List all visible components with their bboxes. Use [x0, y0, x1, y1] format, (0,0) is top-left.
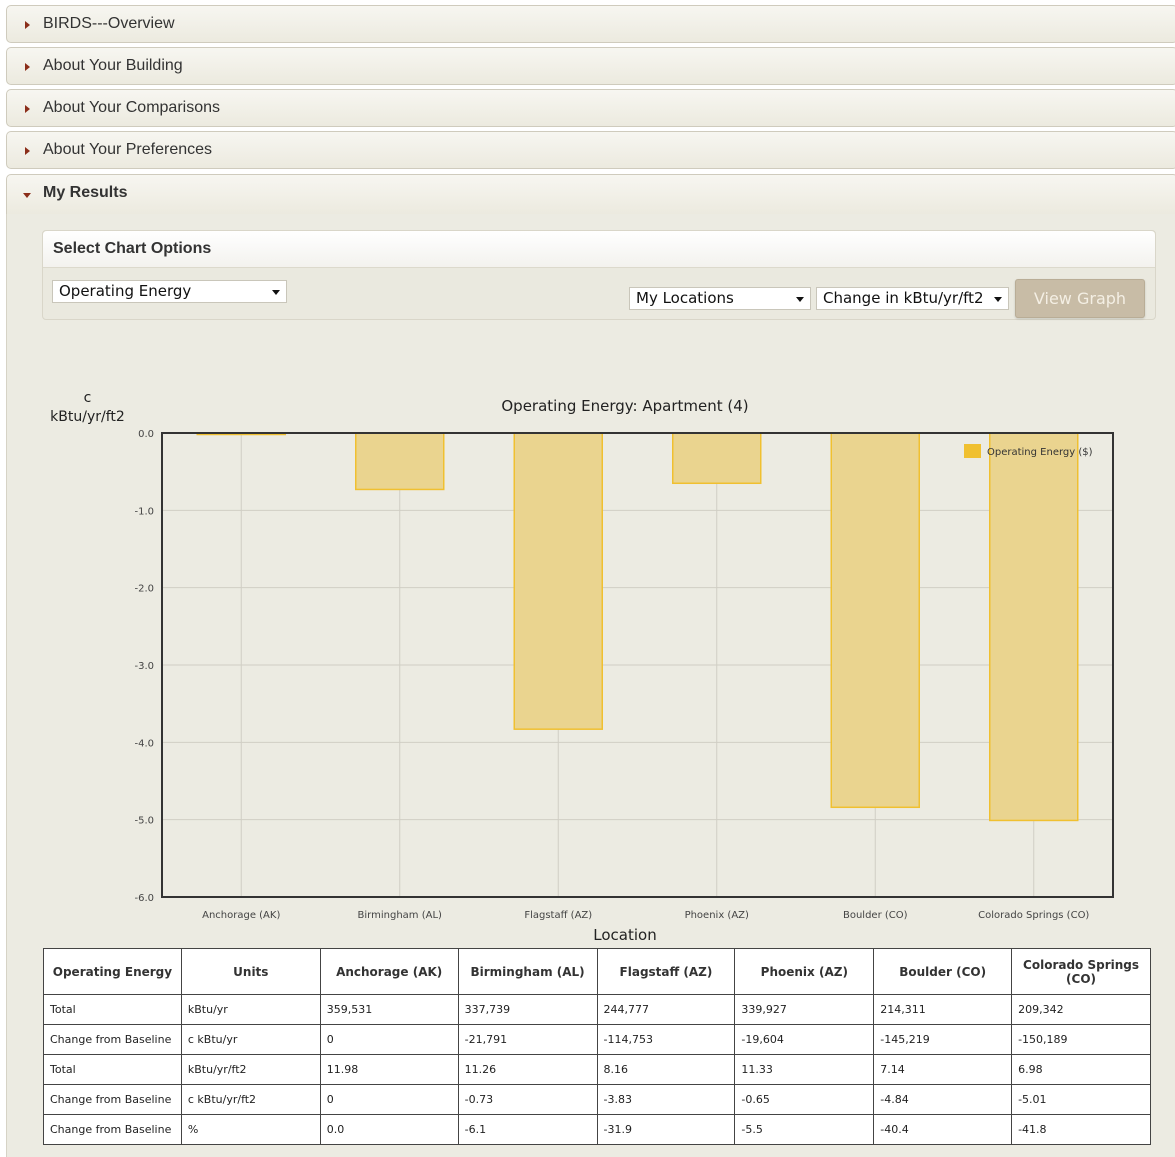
- table-cell: -0.65: [734, 1084, 875, 1115]
- table-cell: Total: [43, 994, 182, 1025]
- metric-select[interactable]: Operating Energy: [52, 280, 287, 303]
- table-row: Change from Baseline % 0.0 -6.1 -31.9 -5…: [43, 1114, 1151, 1145]
- table-cell: -5.01: [1011, 1084, 1151, 1115]
- table-cell: 214,311: [873, 994, 1013, 1025]
- collapsed-arrow-icon: [25, 21, 30, 29]
- locations-select[interactable]: My Locations: [629, 287, 811, 310]
- table-header-row: Operating Energy Units Anchorage (AK) Bi…: [43, 948, 1151, 995]
- expanded-arrow-icon: [23, 193, 31, 198]
- table-row: Total kBtu/yr 359,531 337,739 244,777 33…: [43, 994, 1151, 1025]
- y-axis-label-line2: kBtu/yr/ft2: [50, 409, 125, 425]
- collapsed-arrow-icon: [25, 63, 30, 71]
- table-cell: 11.33: [734, 1054, 875, 1085]
- table-cell: -6.1: [457, 1114, 598, 1145]
- table-header-cell: Birmingham (AL): [457, 948, 598, 995]
- accordion-label: About Your Comparisons: [43, 99, 220, 116]
- accordion-header-results[interactable]: My Results: [6, 174, 1175, 215]
- accordion-label: About Your Preferences: [43, 141, 213, 158]
- table-cell: Change from Baseline: [43, 1084, 182, 1115]
- table-row: Change from Baseline c kBtu/yr/ft2 0 -0.…: [43, 1084, 1151, 1115]
- table-header-cell: Units: [180, 948, 321, 995]
- table-cell: kBtu/yr/ft2: [180, 1054, 321, 1085]
- table-cell: c kBtu/yr: [180, 1024, 321, 1055]
- accordion-label: About Your Building: [43, 57, 183, 74]
- accordion-header-building[interactable]: About Your Building: [6, 47, 1175, 85]
- table-row: Change from Baseline c kBtu/yr 0 -21,791…: [43, 1024, 1151, 1055]
- table-cell: 11.98: [319, 1054, 459, 1085]
- collapsed-arrow-icon: [25, 147, 30, 155]
- accordion-header-overview[interactable]: BIRDS---Overview: [6, 5, 1175, 43]
- table-cell: 6.98: [1011, 1054, 1151, 1085]
- table-cell: -5.5: [734, 1114, 875, 1145]
- results-table: Operating Energy Units Anchorage (AK) Bi…: [43, 948, 1151, 1145]
- table-header-cell: Operating Energy: [43, 948, 182, 995]
- table-cell: -40.4: [873, 1114, 1013, 1145]
- table-row: Total kBtu/yr/ft2 11.98 11.26 8.16 11.33…: [43, 1054, 1151, 1085]
- table-cell: -41.8: [1011, 1114, 1151, 1145]
- table-cell: 7.14: [873, 1054, 1013, 1085]
- table-cell: 8.16: [596, 1054, 736, 1085]
- table-cell: 244,777: [596, 994, 736, 1025]
- table-cell: %: [180, 1114, 321, 1145]
- table-cell: 339,927: [734, 994, 875, 1025]
- table-header-cell: Phoenix (AZ): [734, 948, 875, 995]
- table-cell: -4.84: [873, 1084, 1013, 1115]
- table-cell: kBtu/yr: [180, 994, 321, 1025]
- locations-select-value: My Locations: [636, 289, 734, 307]
- metric-select-value: Operating Energy: [59, 282, 192, 300]
- chevron-down-icon: [796, 297, 804, 302]
- y-axis-label: c kBtu/yr/ft2: [40, 389, 135, 427]
- chevron-down-icon: [994, 297, 1002, 302]
- chart-options-header: Select Chart Options: [43, 231, 1155, 268]
- table-cell: -0.73: [457, 1084, 598, 1115]
- chevron-down-icon: [272, 290, 280, 295]
- table-cell: -19,604: [734, 1024, 875, 1055]
- table-cell: -114,753: [596, 1024, 736, 1055]
- table-cell: 0: [319, 1024, 459, 1055]
- table-cell: 0: [319, 1084, 459, 1115]
- table-cell: 359,531: [319, 994, 459, 1025]
- table-cell: 0.0: [319, 1114, 459, 1145]
- table-cell: c kBtu/yr/ft2: [180, 1084, 321, 1115]
- units-select[interactable]: Change in kBtu/yr/ft2: [816, 287, 1009, 310]
- table-header-cell: Boulder (CO): [873, 948, 1013, 995]
- table-cell: -150,189: [1011, 1024, 1151, 1055]
- accordion-label: BIRDS---Overview: [43, 15, 175, 32]
- table-cell: Total: [43, 1054, 182, 1085]
- chart-title: Operating Energy: Apartment (4): [501, 397, 749, 415]
- table-cell: Change from Baseline: [43, 1024, 182, 1055]
- table-cell: -21,791: [457, 1024, 598, 1055]
- accordion-label: My Results: [43, 184, 128, 201]
- units-select-value: Change in kBtu/yr/ft2: [823, 289, 984, 307]
- table-cell: -145,219: [873, 1024, 1013, 1055]
- table-cell: -3.83: [596, 1084, 736, 1115]
- table-header-cell: Colorado Springs (CO): [1011, 948, 1151, 995]
- collapsed-arrow-icon: [25, 105, 30, 113]
- table-header-cell: Anchorage (AK): [319, 948, 459, 995]
- y-axis-label-line1: c: [83, 390, 92, 406]
- chart-options-title: Select Chart Options: [53, 240, 212, 257]
- table-cell: Change from Baseline: [43, 1114, 182, 1145]
- view-graph-button[interactable]: View Graph: [1015, 279, 1145, 318]
- table-header-cell: Flagstaff (AZ): [596, 948, 736, 995]
- accordion-header-preferences[interactable]: About Your Preferences: [6, 131, 1175, 169]
- table-cell: 337,739: [457, 994, 598, 1025]
- table-cell: -31.9: [596, 1114, 736, 1145]
- table-cell: 11.26: [457, 1054, 598, 1085]
- x-axis-label: Location: [593, 926, 657, 944]
- accordion-header-comparisons[interactable]: About Your Comparisons: [6, 89, 1175, 127]
- table-cell: 209,342: [1011, 994, 1151, 1025]
